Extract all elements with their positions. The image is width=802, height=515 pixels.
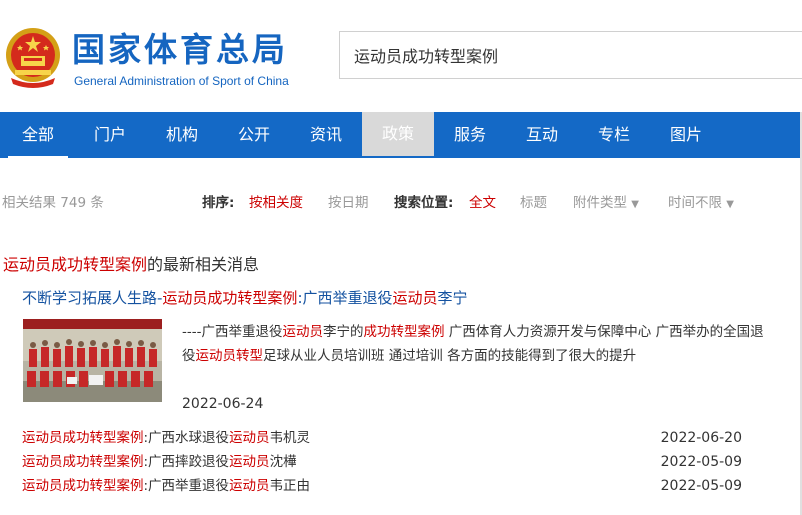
site-header: 国家体育总局 General Administration of Sport o…: [0, 0, 802, 112]
featured-result-title[interactable]: 不断学习拓展人生路-运动员成功转型案例:广西举重退役运动员李宁: [22, 288, 468, 308]
nav-item-images[interactable]: 图片: [650, 112, 722, 158]
caret-down-icon: ▼: [726, 199, 734, 210]
nav-item-agency[interactable]: 机构: [146, 112, 218, 158]
summary-text: ----广西举重退役: [182, 324, 283, 340]
nav-item-public[interactable]: 公开: [218, 112, 290, 158]
summary-keyword: 运动员转型: [195, 348, 264, 364]
summary-text: 李宁的: [323, 324, 364, 340]
featured-thumbnail-image[interactable]: [23, 319, 162, 402]
summary-keyword: 成功转型案例: [363, 324, 445, 340]
search-box[interactable]: [339, 31, 802, 79]
list-item-title[interactable]: 运动员成功转型案例:广西举重退役运动员韦正由: [22, 476, 310, 496]
nav-item-service[interactable]: 服务: [434, 112, 506, 158]
list-item-date: 2022-05-09: [660, 478, 742, 494]
site-logo-title[interactable]: 国家体育总局: [72, 30, 288, 70]
position-fulltext[interactable]: 全文: [469, 193, 496, 213]
list-item[interactable]: 运动员成功转型案例:广西摔跤退役运动员沈樺 2022-05-09: [22, 452, 742, 472]
position-title[interactable]: 标题: [520, 193, 547, 213]
featured-result-summary: ----广西举重退役运动员李宁的成功转型案例 广西体育人力资源开发与保障中心 广…: [182, 320, 767, 368]
sort-by-relevance[interactable]: 按相关度: [249, 193, 303, 213]
sort-label: 排序:: [202, 195, 235, 211]
nav-item-column[interactable]: 专栏: [578, 112, 650, 158]
nav-item-interact[interactable]: 互动: [506, 112, 578, 158]
search-input[interactable]: [340, 32, 802, 78]
featured-result-date: 2022-06-24: [182, 396, 264, 412]
time-limit-dropdown[interactable]: 时间不限 ▼: [668, 193, 734, 213]
attachment-type-dropdown[interactable]: 附件类型 ▼: [573, 193, 639, 213]
nav-item-news[interactable]: 资讯: [290, 112, 362, 158]
list-item-date: 2022-06-20: [660, 430, 742, 446]
list-item[interactable]: 运动员成功转型案例:广西水球退役运动员韦机灵 2022-06-20: [22, 428, 742, 448]
nav-item-portal[interactable]: 门户: [74, 112, 146, 158]
nav-item-all[interactable]: 全部: [2, 112, 74, 158]
national-emblem-icon: [6, 28, 60, 88]
list-item-title[interactable]: 运动员成功转型案例:广西摔跤退役运动员沈樺: [22, 452, 297, 472]
summary-text: 足球从业人员培训班 通过培训 各方面的技能得到了很大的提升: [263, 348, 637, 364]
search-position-label: 搜索位置:: [394, 195, 454, 211]
list-item[interactable]: 运动员成功转型案例:广西举重退役运动员韦正由 2022-05-09: [22, 476, 742, 496]
site-logo-subtitle: General Administration of Sport of China: [74, 74, 289, 88]
list-item-title[interactable]: 运动员成功转型案例:广西水球退役运动员韦机灵: [22, 428, 310, 448]
sort-by-date[interactable]: 按日期: [328, 193, 369, 213]
list-item-date: 2022-05-09: [660, 454, 742, 470]
nav-item-policy[interactable]: 政策: [362, 112, 434, 156]
summary-keyword: 运动员: [282, 324, 324, 340]
section-heading: 运动员成功转型案例的最新相关消息: [3, 255, 260, 274]
result-count: 相关结果 749 条: [2, 195, 104, 211]
main-nav: 全部 门户 机构 公开 资讯 政策 服务 互动 专栏 图片: [0, 112, 802, 158]
caret-down-icon: ▼: [631, 199, 639, 210]
